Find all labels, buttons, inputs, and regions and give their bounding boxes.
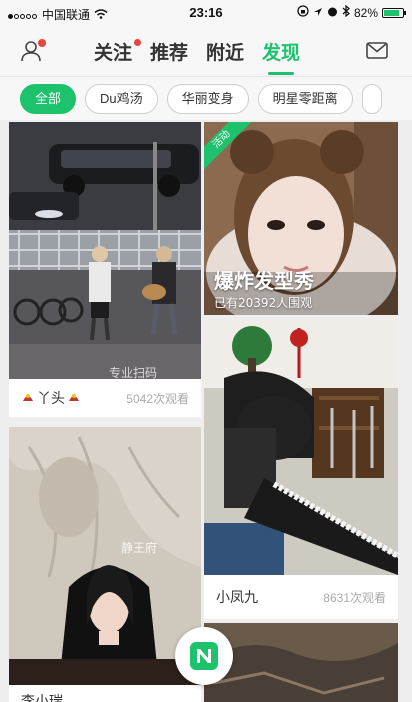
featured-video-card[interactable]: 活动 爆炸发型秀 已有20392人围观 — [204, 122, 398, 315]
video-thumbnail: 静王府 — [9, 427, 201, 685]
author-name: 小凤九 — [216, 590, 258, 606]
video-thumbnail: 专业扫码 — [9, 122, 201, 379]
record-video-button[interactable] — [175, 627, 233, 685]
tab-nearby-label: 附近 — [206, 42, 245, 64]
app-logo-icon — [190, 642, 218, 670]
video-feed[interactable]: 专业扫码 丫头 5042次观看 活动 爆炸发型秀 已有20392人围观 小凤九 … — [0, 120, 412, 702]
top-navigation: 关注 推荐 附近 发现 — [0, 26, 412, 76]
alarm-icon — [327, 6, 338, 20]
tab-follow-label: 关注 — [94, 42, 133, 64]
decoration-icon — [67, 389, 126, 408]
filter-chip-celebrity[interactable]: 明星零距离 — [257, 83, 353, 114]
rotation-lock-icon — [297, 5, 309, 20]
video-title: 爆炸发型秀 — [214, 269, 314, 293]
tab-follow[interactable]: 关注 — [94, 38, 142, 65]
filter-chip-more[interactable] — [361, 83, 382, 114]
video-card[interactable]: 静王府 李小瑞 — [9, 427, 201, 702]
video-thumbnail — [204, 623, 398, 702]
status-bar: 中国联通 23:16 82% — [0, 0, 412, 26]
tab-nearby[interactable]: 附近 — [206, 38, 244, 65]
view-count: 8631次观看 — [323, 590, 386, 605]
bluetooth-icon — [342, 4, 350, 20]
battery-percent: 82% — [353, 5, 378, 20]
mail-icon — [366, 42, 388, 59]
author-name: 丫头 — [37, 391, 65, 407]
location-watermark: 静王府 — [121, 541, 158, 555]
filter-chip-all[interactable]: 全部 — [20, 83, 77, 114]
video-card[interactable] — [204, 623, 398, 702]
viewer-count: 已有20392人围观 — [214, 296, 313, 310]
filter-chip-makeover[interactable]: 华丽变身 — [166, 83, 249, 114]
tab-recommend-label: 推荐 — [150, 42, 189, 64]
messages-button[interactable] — [366, 42, 390, 60]
decoration-icon — [21, 389, 35, 408]
video-card-meta: 小凤九 8631次观看 — [204, 575, 398, 619]
notification-dot — [38, 39, 46, 47]
profile-button[interactable] — [20, 39, 46, 64]
battery-icon — [382, 7, 406, 18]
video-card[interactable]: 专业扫码 丫头 5042次观看 — [9, 122, 201, 417]
view-count: 5042次观看 — [126, 391, 189, 406]
tab-bar: 关注 推荐 附近 发现 — [94, 38, 301, 75]
video-card-meta: 丫头 5042次观看 — [9, 379, 201, 417]
video-watermark: 专业扫码 — [109, 366, 158, 379]
video-thumbnail — [204, 318, 398, 575]
tab-recommend[interactable]: 推荐 — [150, 38, 188, 65]
video-card[interactable]: 小凤九 8631次观看 — [204, 318, 398, 619]
filter-chip-du-soup[interactable]: Du鸡汤 — [85, 83, 158, 114]
category-filter-bar: 全部 Du鸡汤 华丽变身 明星零距离 — [0, 76, 412, 120]
author-name: 李小瑞 — [21, 694, 63, 702]
new-content-dot — [134, 39, 142, 46]
tab-discover-label: 发现 — [262, 42, 301, 64]
tab-discover[interactable]: 发现 — [262, 38, 301, 75]
video-thumbnail: 活动 爆炸发型秀 已有20392人围观 — [204, 122, 398, 315]
location-icon — [313, 6, 323, 20]
video-card-meta: 李小瑞 — [9, 685, 201, 702]
